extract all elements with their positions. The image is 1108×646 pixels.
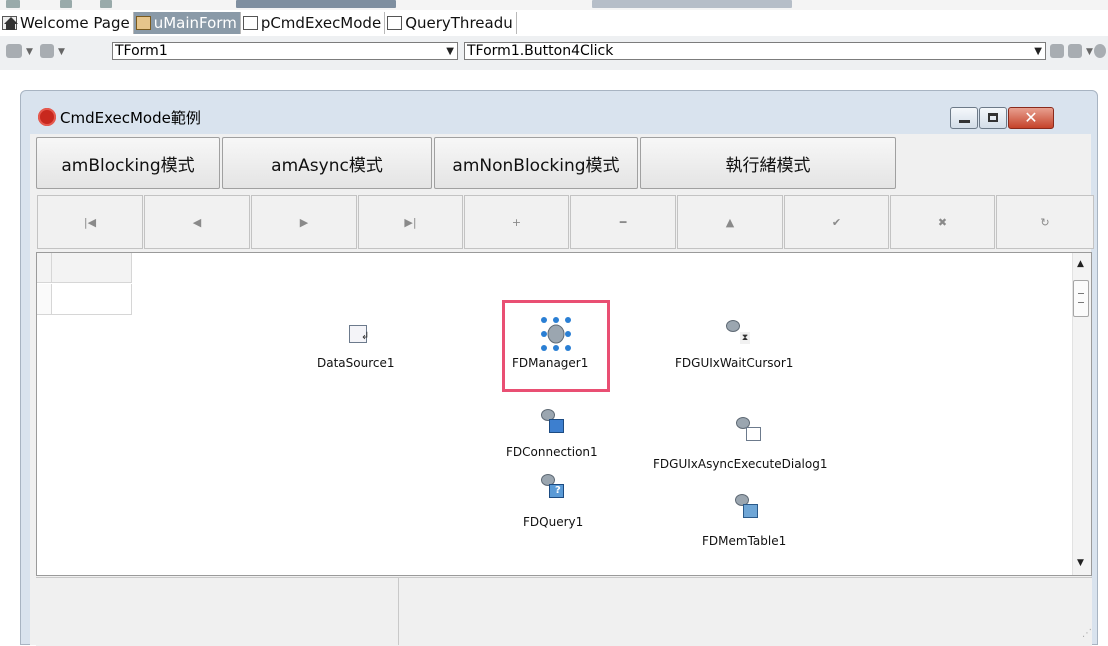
edit-record-button[interactable]: ▲: [677, 195, 783, 249]
fdguixasyncexecutedialog-component-icon[interactable]: [736, 417, 762, 443]
last-record-button[interactable]: ▶|: [358, 195, 463, 249]
navigate-forward-icon[interactable]: [1068, 44, 1082, 58]
insert-record-button[interactable]: +: [464, 195, 569, 249]
fdconnection-label: FDConnection1: [506, 445, 598, 459]
tab-pcmdexecmode[interactable]: pCmdExecMode: [241, 12, 386, 34]
fdmanager-component-icon[interactable]: [539, 316, 573, 352]
method-selector-value: TForm1.Button4Click: [467, 43, 614, 59]
minus-icon: ━: [619, 215, 627, 229]
fdmemtable-component-icon[interactable]: [735, 494, 761, 520]
amnonblocking-mode-button[interactable]: amNonBlocking模式: [434, 137, 638, 189]
fdmanager-label: FDManager1: [512, 356, 589, 370]
tab-label: Welcome Page: [20, 14, 130, 32]
grid-header-cell[interactable]: [52, 253, 132, 283]
fdquery-component-icon[interactable]: ?: [541, 474, 567, 500]
navigate-back-icon[interactable]: [1050, 44, 1064, 58]
close-button[interactable]: ✕: [1008, 107, 1054, 129]
checkmark-icon: ✔: [831, 215, 842, 229]
maximize-button[interactable]: [979, 107, 1007, 129]
chevron-down-icon[interactable]: ▼: [1086, 47, 1093, 57]
amasync-mode-button[interactable]: amAsync模式: [222, 137, 432, 189]
grid-indicator-cell: [37, 253, 52, 283]
refresh-record-button[interactable]: ↻: [996, 195, 1094, 249]
form-icon: [135, 16, 151, 30]
x-icon: ✖: [937, 215, 948, 229]
history-icon[interactable]: [1094, 44, 1106, 58]
delete-record-button[interactable]: ━: [570, 195, 676, 249]
form-title: CmdExecMode範例: [60, 109, 201, 127]
chevron-down-icon[interactable]: ▼: [446, 44, 454, 60]
scrollbar-thumb[interactable]: [1073, 280, 1089, 317]
scroll-down-icon[interactable]: ▼: [1077, 558, 1084, 568]
first-record-button[interactable]: |◀: [37, 195, 143, 249]
tab-label: uMainForm: [153, 14, 237, 32]
app-icon: [38, 108, 56, 126]
method-selector-combo[interactable]: TForm1.Button4Click ▼: [464, 42, 1046, 60]
editor-tabs: Welcome Page uMainForm pCmdExecMode Quer…: [0, 10, 1108, 36]
grid-indicator-cell: [37, 284, 52, 315]
status-panel: [36, 577, 1092, 646]
edit-up-icon: ▲: [725, 215, 735, 229]
first-record-icon: |◀: [83, 215, 97, 229]
amblocking-mode-button[interactable]: amBlocking模式: [36, 137, 220, 189]
scroll-up-icon[interactable]: ▲: [1077, 259, 1084, 269]
prior-record-icon: ◀: [192, 215, 202, 229]
resize-grip-icon[interactable]: ⋰: [1082, 628, 1092, 639]
class-selector-combo[interactable]: TForm1 ▼: [112, 42, 458, 60]
code-toolbar: ▼ ▼ TForm1 ▼ TForm1.Button4Click ▼ ▼: [0, 36, 1108, 71]
tools-icon[interactable]: [40, 44, 54, 58]
tab-umainform[interactable]: uMainForm: [133, 12, 241, 34]
chevron-down-icon[interactable]: ▼: [1034, 44, 1042, 60]
post-record-button[interactable]: ✔: [784, 195, 889, 249]
next-record-button[interactable]: ▶: [251, 195, 357, 249]
top-toolbar-strip: [0, 0, 1108, 10]
document-icon: [387, 16, 403, 30]
unit-icon: [242, 16, 258, 30]
fdmemtable-label: FDMemTable1: [702, 534, 787, 548]
fdguixasyncexecutedialog-label: FDGUIxAsyncExecuteDialog1: [653, 457, 828, 471]
refresh-icon: ↻: [1040, 215, 1050, 229]
plus-icon: +: [511, 215, 522, 229]
fdguixwaitcursor-label: FDGUIxWaitCursor1: [675, 356, 794, 370]
cancel-record-button[interactable]: ✖: [890, 195, 995, 249]
tab-querythreadu[interactable]: QueryThreadu: [385, 12, 517, 34]
last-record-icon: ▶|: [404, 215, 417, 229]
home-icon: [2, 16, 18, 30]
fdconnection-component-icon[interactable]: [541, 409, 567, 435]
datasource-component-icon[interactable]: ↲: [347, 321, 373, 347]
tab-label: pCmdExecMode: [260, 14, 382, 32]
prior-record-button[interactable]: ◀: [144, 195, 250, 249]
datasource-label: DataSource1: [317, 356, 395, 370]
class-selector-value: TForm1: [115, 43, 168, 59]
fdguixwaitcursor-component-icon[interactable]: ⧗: [726, 320, 752, 346]
minimize-button[interactable]: [950, 107, 978, 129]
tab-label: QueryThreadu: [405, 14, 513, 32]
thread-mode-button[interactable]: 執行緒模式: [640, 137, 896, 189]
grid-cell[interactable]: [52, 284, 132, 315]
status-panel-divider: [398, 578, 399, 645]
close-icon: ✕: [1024, 108, 1038, 127]
tab-welcome-page[interactable]: Welcome Page: [0, 12, 134, 34]
next-record-icon: ▶: [299, 215, 309, 229]
fdquery-label: FDQuery1: [523, 515, 584, 529]
chevron-down-icon[interactable]: ▼: [26, 47, 33, 57]
chevron-down-icon[interactable]: ▼: [58, 47, 65, 57]
structure-icon[interactable]: [6, 44, 22, 58]
